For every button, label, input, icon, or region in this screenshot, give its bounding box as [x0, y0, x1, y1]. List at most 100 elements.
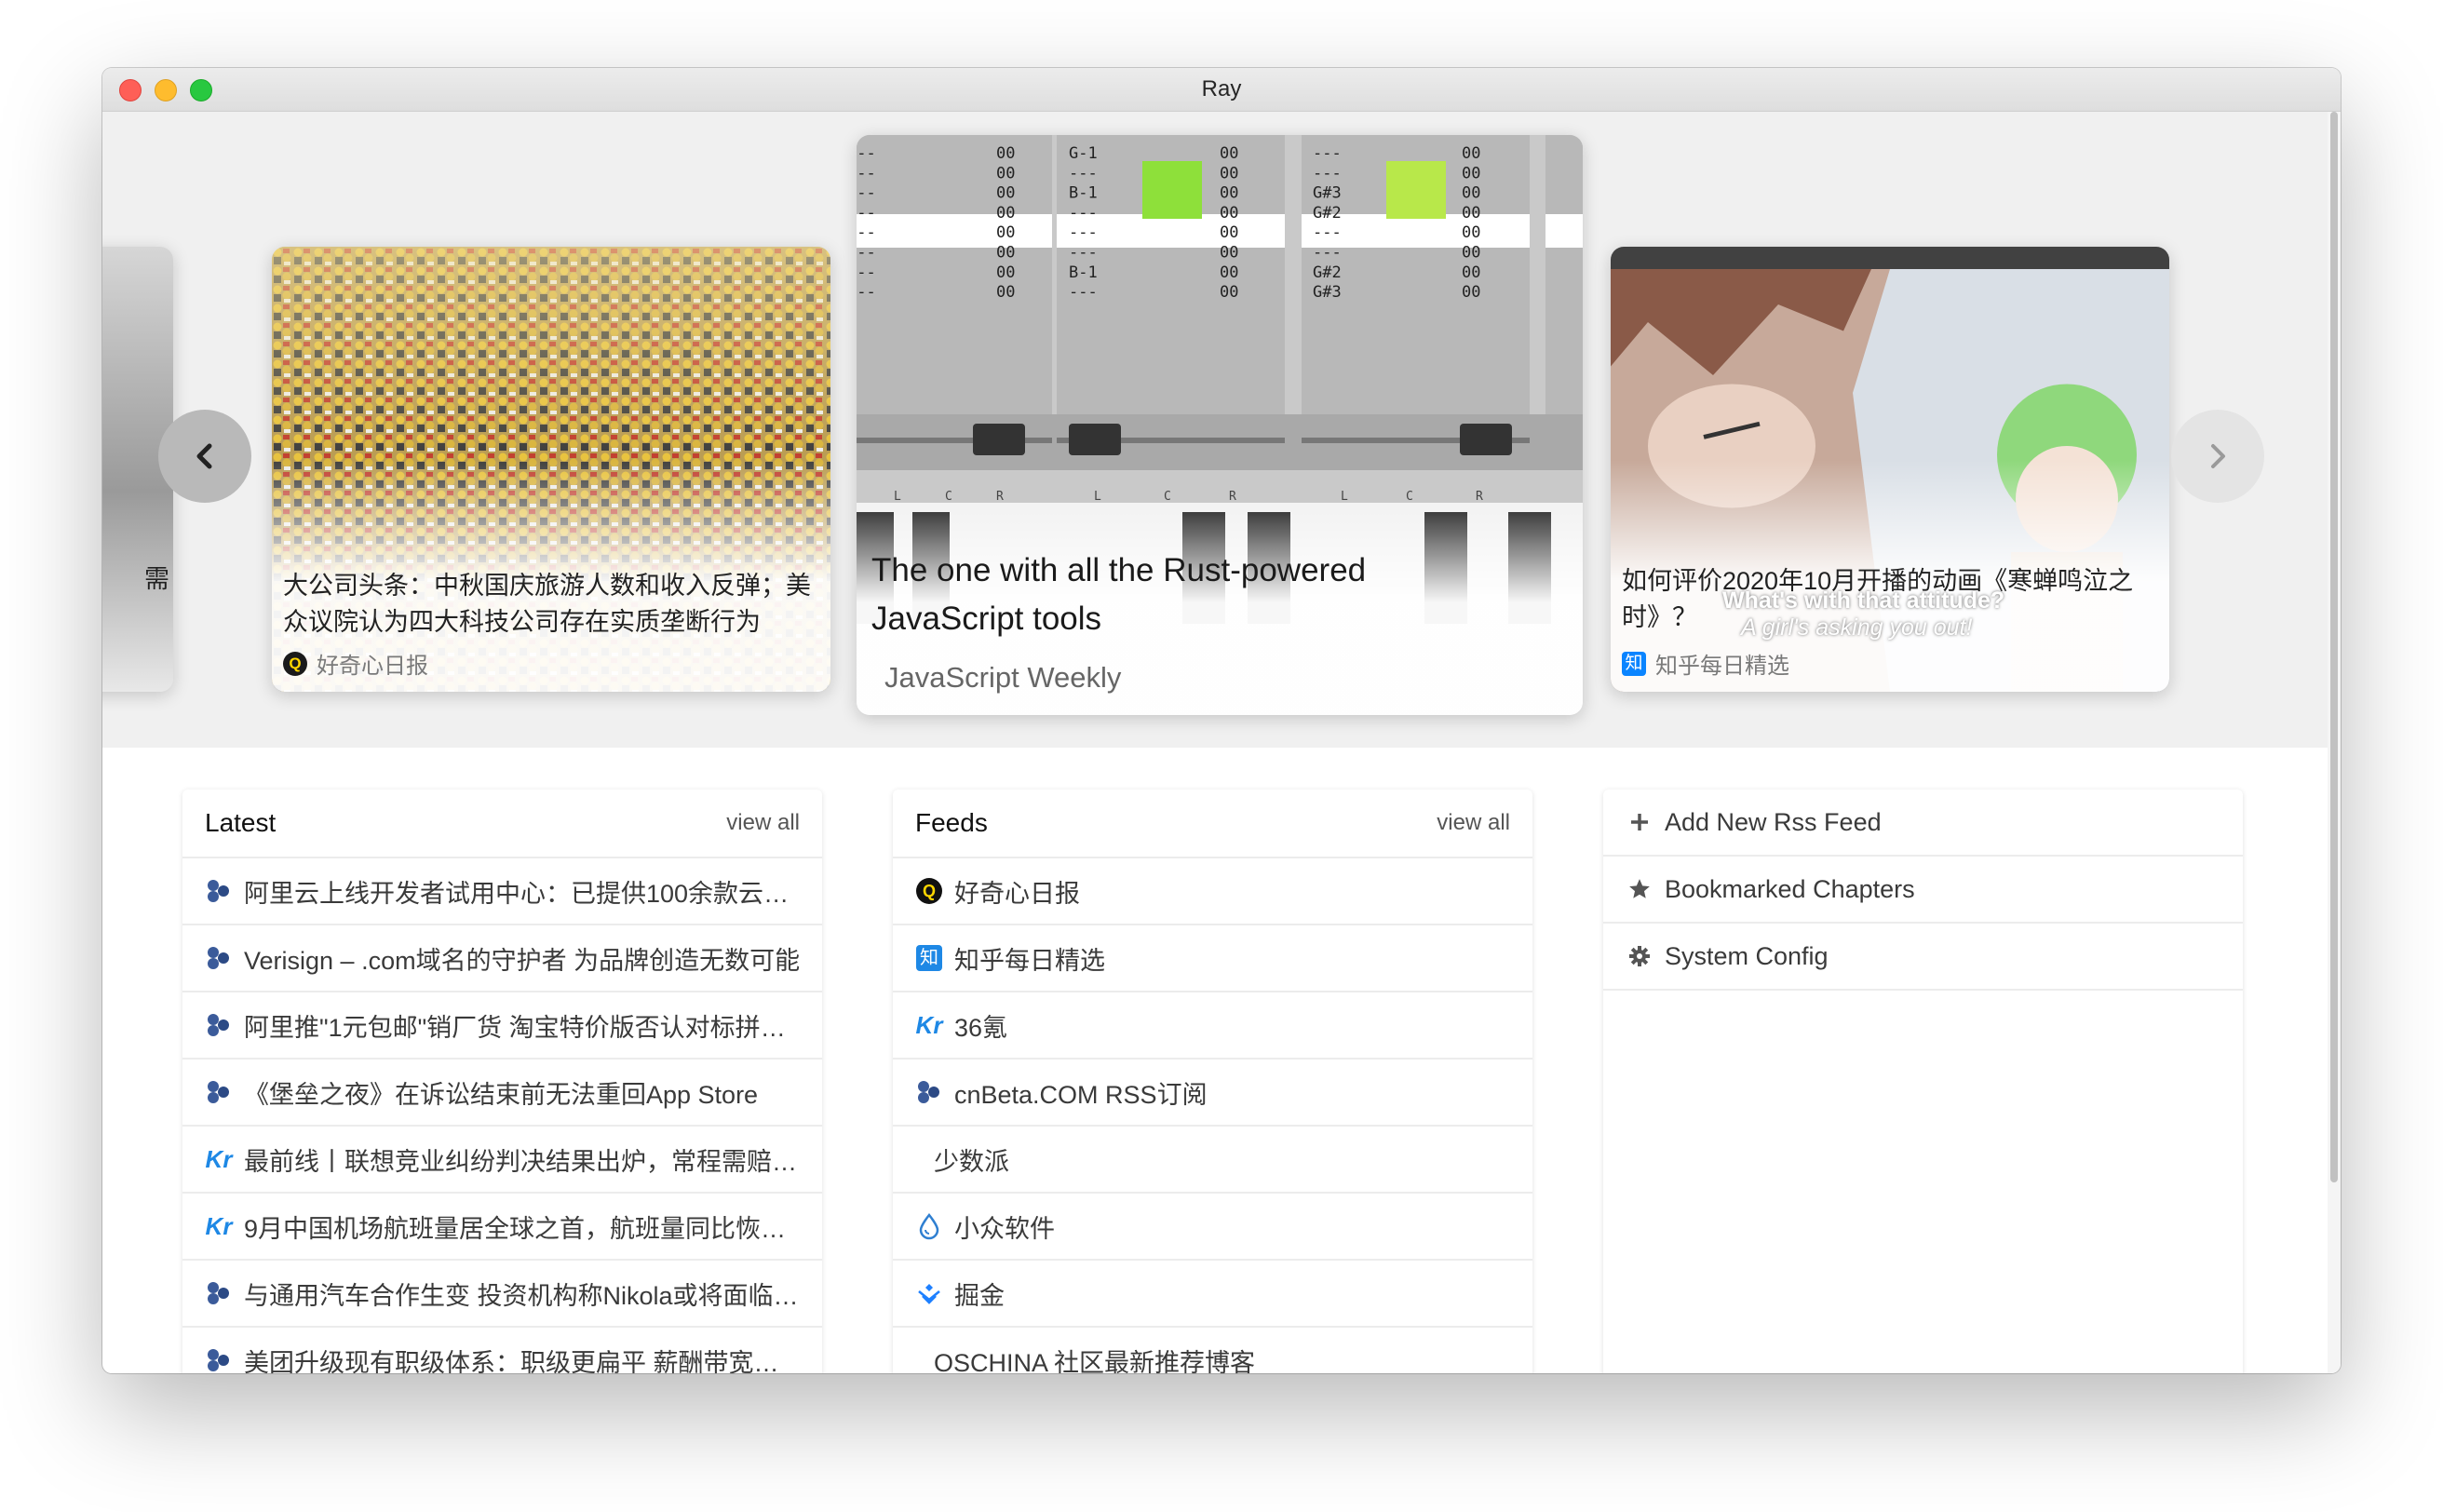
- action-item-label: Add New Rss Feed: [1665, 807, 1882, 836]
- carousel-next-button[interactable]: [2171, 410, 2264, 503]
- mixer-value-label: 00: [1220, 164, 1238, 182]
- latest-item[interactable]: 阿里云上线开发者试用中心：已提供100余款云产…: [182, 858, 822, 925]
- latest-panel: Latest view all 阿里云上线开发者试用中心：已提供100余款云产……: [182, 790, 822, 1373]
- mixer-value-label: 00: [996, 223, 1015, 242]
- feeds-header: Feeds view all: [893, 790, 1532, 858]
- mixer-value-label: 00: [1462, 184, 1480, 203]
- feed-item[interactable]: OSCHINA 社区最新推荐博客: [893, 1328, 1532, 1374]
- latest-item-label: 美团升级现有职级体系：职级更扁平 薪酬带宽变宽: [244, 1348, 803, 1374]
- latest-item[interactable]: 与通用汽车合作生变 投资机构称Nikola或将面临…: [182, 1261, 822, 1328]
- mixer-note-label: ---: [1069, 283, 1098, 302]
- mixer-note-label: ---: [857, 164, 876, 182]
- mixer-note-label: ---: [1069, 204, 1098, 223]
- feed-item-label: 36氪: [954, 1013, 1008, 1042]
- latest-item[interactable]: Kr 最前线丨联想竞业纠纷判决结果出炉，常程需赔付…: [182, 1127, 822, 1194]
- feeds-list: Q 好奇心日报知知乎每日精选 Kr 36氪 cnBeta.COM RSS订阅 少数派 小众软…: [893, 858, 1532, 1373]
- partial-card-text: 需: [144, 565, 169, 593]
- cnbeta-icon: [205, 1346, 233, 1373]
- plus-icon: [1626, 808, 1653, 836]
- carousel-card-center[interactable]: --- 00 --- 00 --- 00 --- 00 --- 00 --- 00 --- 00 --- 00…: [857, 135, 1583, 715]
- mixer-note-label: B-1: [1069, 184, 1098, 203]
- action-item-label: System Config: [1665, 941, 1829, 970]
- feed-item-label: OSCHINA 社区最新推荐博客: [934, 1348, 1256, 1374]
- card-title: 如何评价2020年10月开播的动画《寒蝉鸣泣之时》？: [1622, 567, 2134, 631]
- latest-item-label: 最前线丨联想竞业纠纷判决结果出炉，常程需赔付…: [244, 1147, 803, 1176]
- mixer-value-label: 00: [1462, 223, 1480, 242]
- zhihu-icon: 知: [915, 944, 943, 972]
- mixer-lcr-label: L: [1341, 490, 1348, 504]
- mixer-lcr-label: C: [1406, 490, 1413, 504]
- cnbeta-icon: [205, 1011, 233, 1039]
- mixer-lcr-label: L: [894, 490, 901, 504]
- mixer-note-label: ---: [1313, 164, 1342, 182]
- chevron-left-icon: [196, 443, 212, 469]
- feed-item[interactable]: cnBeta.COM RSS订阅: [893, 1060, 1532, 1127]
- mixer-value-label: 00: [996, 144, 1015, 163]
- action-item[interactable]: Add New Rss Feed: [1603, 790, 2243, 857]
- latest-item-label: 与通用汽车合作生变 投资机构称Nikola或将面临…: [244, 1281, 799, 1310]
- mixer-note-label: G-1: [1069, 144, 1098, 163]
- mixer-value-label: 00: [1462, 263, 1480, 282]
- feed-item-label: 好奇心日报: [954, 879, 1080, 908]
- feeds-panel: Feeds view all Q 好奇心日报知知乎每日精选 Kr 36氪 cnBeta.…: [893, 790, 1532, 1373]
- action-item[interactable]: System Config: [1603, 924, 2243, 991]
- actions-list: Add New Rss Feed Bookmarked Chapters Syste…: [1603, 790, 2243, 991]
- juejin-icon: [915, 1279, 943, 1307]
- chevron-right-icon: [2211, 444, 2225, 468]
- mixer-note-label: ---: [1313, 144, 1342, 163]
- mixer-note-label: G#3: [1313, 283, 1342, 302]
- latest-item-label: 9月中国机场航班量居全球之首，航班量同比恢复…: [244, 1214, 803, 1243]
- carousel-prev-button[interactable]: [158, 410, 251, 503]
- star-icon: [1626, 875, 1653, 903]
- cnbeta-icon: [205, 944, 233, 972]
- latest-item[interactable]: Verisign – .com域名的守护者 为品牌创造无数可能: [182, 925, 822, 992]
- latest-item[interactable]: 《堡垒之夜》在诉讼结束前无法重回App Store: [182, 1060, 822, 1127]
- drop-icon: [915, 1212, 943, 1240]
- mixer-value-label: 00: [1462, 283, 1480, 302]
- mixer-lcr-label: R: [996, 490, 1004, 504]
- card-source-label: JavaScript Weekly: [884, 661, 1122, 694]
- qdaily-icon: Q: [915, 877, 943, 905]
- qdaily-icon: Q: [283, 651, 307, 676]
- mixer-value-label: 00: [996, 263, 1015, 282]
- latest-view-all-link[interactable]: view all: [726, 790, 800, 857]
- latest-item-label: 阿里推"1元包邮"销厂货 淘宝特价版否认对标拼多多: [244, 1013, 803, 1042]
- feed-item[interactable]: Q 好奇心日报: [893, 858, 1532, 925]
- carousel-card-right[interactable]: What's with that attitude? A girl's aski…: [1611, 247, 2169, 692]
- feed-item[interactable]: 知知乎每日精选: [893, 925, 1532, 992]
- action-item-label: Bookmarked Chapters: [1665, 874, 1915, 903]
- card-source-label: 知乎每日精选: [1655, 654, 1789, 679]
- feeds-view-all-link[interactable]: view all: [1437, 790, 1510, 857]
- feed-item-label: 少数派: [934, 1147, 1009, 1176]
- mixer-value-label: 00: [1462, 244, 1480, 263]
- scrollbar-thumb[interactable]: [2330, 112, 2338, 1182]
- feed-item-label: 知乎每日精选: [954, 946, 1105, 975]
- mixer-value-label: 00: [1220, 263, 1238, 282]
- mixer-value-label: 00: [996, 184, 1015, 203]
- card-title: The one with all the Rust-powered JavaSc…: [871, 552, 1367, 637]
- latest-item[interactable]: 美团升级现有职级体系：职级更扁平 薪酬带宽变宽: [182, 1328, 822, 1373]
- mixer-note-label: G#2: [1313, 263, 1342, 282]
- latest-item-label: 《堡垒之夜》在诉讼结束前无法重回App Store: [244, 1080, 759, 1109]
- feed-item-label: 小众软件: [954, 1214, 1055, 1243]
- mixer-note-label: ---: [857, 144, 876, 163]
- feed-item[interactable]: 小众软件: [893, 1194, 1532, 1261]
- app-window: Ray 需 大公司头条：中秋国庆旅游人数和收入反弹；美众议院认为四大科技公司存在…: [102, 68, 2341, 1373]
- mixer-note-label: ---: [857, 223, 876, 242]
- feed-item[interactable]: Kr 36氪: [893, 992, 1532, 1060]
- action-item[interactable]: Bookmarked Chapters: [1603, 857, 2243, 924]
- actions-panel: Add New Rss Feed Bookmarked Chapters Syste…: [1603, 790, 2243, 1373]
- mixer-value-label: 00: [996, 244, 1015, 263]
- latest-item-label: 阿里云上线开发者试用中心：已提供100余款云产…: [244, 879, 803, 908]
- mixer-value-label: 00: [1462, 144, 1480, 163]
- cnbeta-icon: [205, 1078, 233, 1106]
- carousel-card-left[interactable]: 大公司头条：中秋国庆旅游人数和收入反弹；美众议院认为四大科技公司存在实质垄断行为…: [272, 247, 830, 692]
- scrollbar[interactable]: [2328, 112, 2341, 1373]
- latest-item[interactable]: Kr 9月中国机场航班量居全球之首，航班量同比恢复…: [182, 1194, 822, 1261]
- latest-item[interactable]: 阿里推"1元包邮"销厂货 淘宝特价版否认对标拼多多: [182, 992, 822, 1060]
- mixer-value-label: 00: [1220, 204, 1238, 223]
- feed-item-label: 掘金: [954, 1281, 1005, 1310]
- mixer-note-label: ---: [1069, 244, 1098, 263]
- feed-item[interactable]: 掘金: [893, 1261, 1532, 1328]
- feed-item[interactable]: 少数派: [893, 1127, 1532, 1194]
